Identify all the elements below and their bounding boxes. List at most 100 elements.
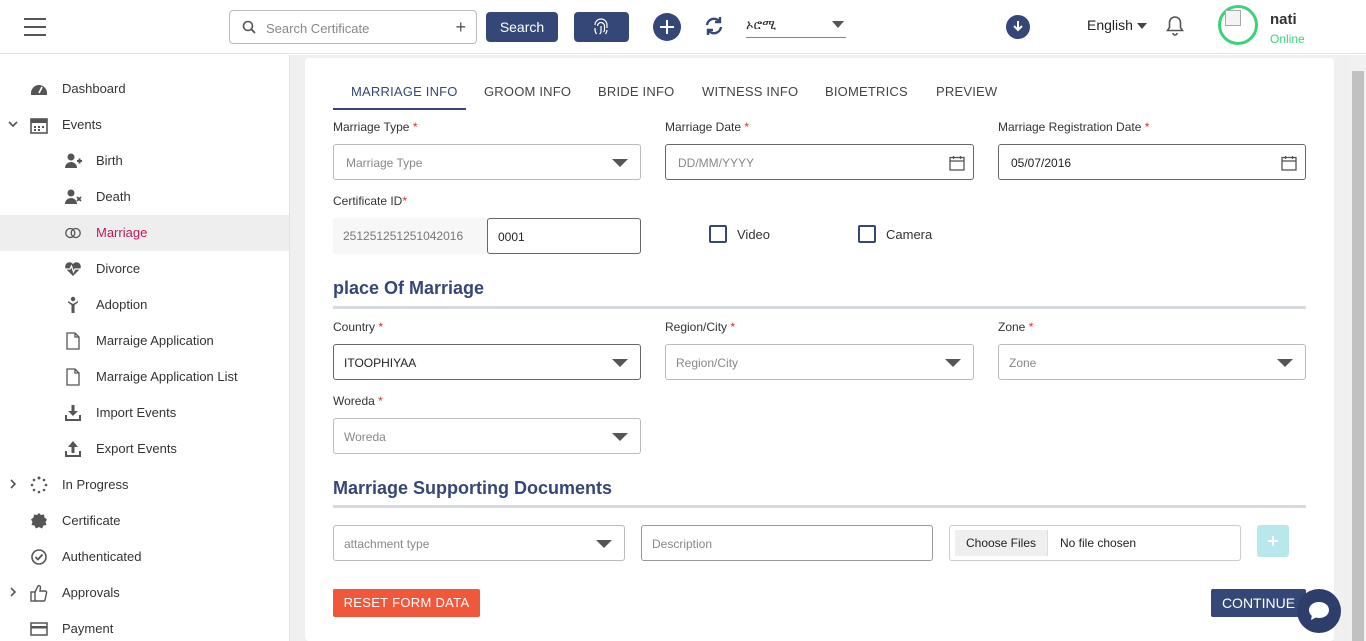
marriage-type-select[interactable]: Marriage Type [333, 144, 641, 180]
tab-witness-info[interactable]: WITNESS INFO [702, 84, 798, 99]
supporting-documents-heading: Marriage Supporting Documents [333, 478, 613, 498]
calendar-icon[interactable] [1281, 155, 1297, 171]
avatar[interactable] [1218, 5, 1258, 45]
fingerprint-button[interactable] [574, 12, 629, 42]
scrollbar[interactable] [1350, 55, 1366, 641]
search-button[interactable]: Search [486, 12, 558, 42]
sidebar-item-import-events[interactable]: Import Events [0, 395, 289, 431]
refresh-icon[interactable] [703, 15, 725, 37]
sidebar-item-approvals[interactable]: Approvals [0, 575, 289, 611]
reset-form-button[interactable]: RESET FORM DATA [333, 589, 480, 617]
zone-label: Zone * [998, 320, 1034, 334]
calendar-icon[interactable] [949, 155, 965, 171]
fingerprint-icon [594, 18, 608, 35]
certificate-id-prefix: 251251251251042016 [333, 218, 487, 254]
attachment-type-placeholder: attachment type [344, 537, 430, 551]
marriage-icon [65, 227, 81, 239]
sidebar-item-death[interactable]: Death [0, 179, 289, 215]
marriage-date-placeholder: DD/MM/YYYY [678, 156, 755, 170]
file-upload[interactable]: Choose Files No file chosen [949, 525, 1241, 561]
sidebar-item-payment[interactable]: Payment [0, 611, 289, 641]
sidebar-item-divorce[interactable]: Divorce [0, 251, 289, 287]
chevron-down-icon [832, 21, 844, 28]
woreda-label: Woreda * [333, 394, 383, 408]
add-document-button[interactable] [1257, 525, 1289, 557]
region-language-select[interactable]: ኦሮሚ [746, 12, 846, 38]
sidebar-item-label: Certificate [62, 513, 121, 528]
menu-icon[interactable] [24, 18, 46, 36]
add-person-icon [65, 153, 82, 168]
woreda-placeholder: Woreda [344, 430, 386, 444]
chevron-down-icon [1277, 359, 1293, 367]
user-name: nati [1270, 11, 1297, 28]
add-icon[interactable] [653, 13, 681, 41]
sidebar-item-certificate[interactable]: Certificate [0, 503, 289, 539]
plus-icon[interactable]: + [455, 17, 466, 38]
camera-checkbox[interactable] [858, 225, 876, 243]
chevron-down-icon [1136, 23, 1147, 30]
scrollbar-thumb[interactable] [1352, 71, 1364, 641]
tab-groom-info[interactable]: GROOM INFO [484, 84, 571, 99]
region-placeholder: Region/City [676, 356, 739, 370]
export-icon [65, 441, 81, 457]
attachment-type-select[interactable]: attachment type [333, 525, 625, 561]
marriage-type-label: Marriage Type * [333, 120, 418, 134]
registration-date-input[interactable]: 05/07/2016 [998, 144, 1306, 180]
chat-button[interactable] [1297, 589, 1341, 633]
spinner-icon [30, 476, 48, 494]
tab-marriage-info[interactable]: MARRIAGE INFO [351, 84, 458, 99]
sidebar-item-in-progress[interactable]: In Progress [0, 467, 289, 503]
download-icon[interactable] [1006, 15, 1030, 39]
thumbs-up-icon [30, 584, 48, 602]
sidebar-item-dashboard[interactable]: Dashboard [0, 71, 289, 107]
country-select[interactable]: ITOOPHIYAA [333, 344, 641, 380]
chevron-right-icon [10, 479, 17, 489]
sidebar-item-label: Import Events [96, 405, 177, 420]
tab-biometrics[interactable]: BIOMETRICS [825, 84, 908, 99]
region-label: Region/City * [665, 320, 736, 334]
description-input[interactable]: Description [641, 525, 933, 561]
bell-icon[interactable] [1165, 14, 1185, 36]
continue-button[interactable]: CONTINUE [1211, 589, 1306, 617]
tab-preview[interactable]: PREVIEW [936, 84, 997, 99]
sidebar-item-events[interactable]: Events [0, 107, 289, 143]
document-icon [66, 368, 80, 386]
zone-placeholder: Zone [1009, 356, 1037, 370]
sidebar-item-label: Authenticated [62, 549, 142, 564]
remove-person-icon [65, 189, 82, 204]
search-box: + [229, 10, 477, 44]
woreda-select[interactable]: Woreda [333, 418, 641, 454]
marriage-date-input[interactable]: DD/MM/YYYY [665, 144, 974, 180]
certificate-id-label: Certificate ID* [333, 194, 408, 208]
section-divider [333, 306, 1306, 309]
check-circle-icon [31, 549, 47, 565]
certificate-id-input[interactable]: 0001 [487, 218, 641, 254]
tab-bride-info[interactable]: BRIDE INFO [598, 84, 674, 99]
chevron-down-icon [596, 540, 612, 548]
region-select[interactable]: Region/City [665, 344, 974, 380]
heartbeat-icon [65, 262, 81, 276]
language-dropdown[interactable]: English [1087, 17, 1147, 33]
sidebar-item-birth[interactable]: Birth [0, 143, 289, 179]
sidebar-item-label: Marraige Application [96, 333, 214, 348]
description-placeholder: Description [652, 537, 713, 551]
sidebar-item-adoption[interactable]: Adoption [0, 287, 289, 323]
chevron-down-icon [8, 121, 18, 128]
sidebar-item-marraige-application-list[interactable]: Marraige Application List [0, 359, 289, 395]
sidebar-item-marriage[interactable]: Marriage [0, 215, 289, 251]
choose-files-button[interactable]: Choose Files [955, 530, 1048, 556]
sidebar-item-export-events[interactable]: Export Events [0, 431, 289, 467]
sidebar-item-label: Dashboard [62, 81, 126, 96]
zone-select[interactable]: Zone [998, 344, 1306, 380]
active-tab-indicator [333, 108, 466, 110]
sidebar-item-marraige-application[interactable]: Marraige Application [0, 323, 289, 359]
video-checkbox[interactable] [709, 225, 727, 243]
registration-date-label: Marriage Registration Date * [998, 120, 1150, 134]
sidebar-item-label: Export Events [96, 441, 177, 456]
camera-label: Camera [886, 227, 933, 242]
chat-icon [1309, 602, 1329, 620]
registration-date-value: 05/07/2016 [1011, 156, 1072, 170]
dashboard-icon [31, 85, 47, 95]
sidebar-item-authenticated[interactable]: Authenticated [0, 539, 289, 575]
search-input[interactable] [266, 18, 446, 38]
